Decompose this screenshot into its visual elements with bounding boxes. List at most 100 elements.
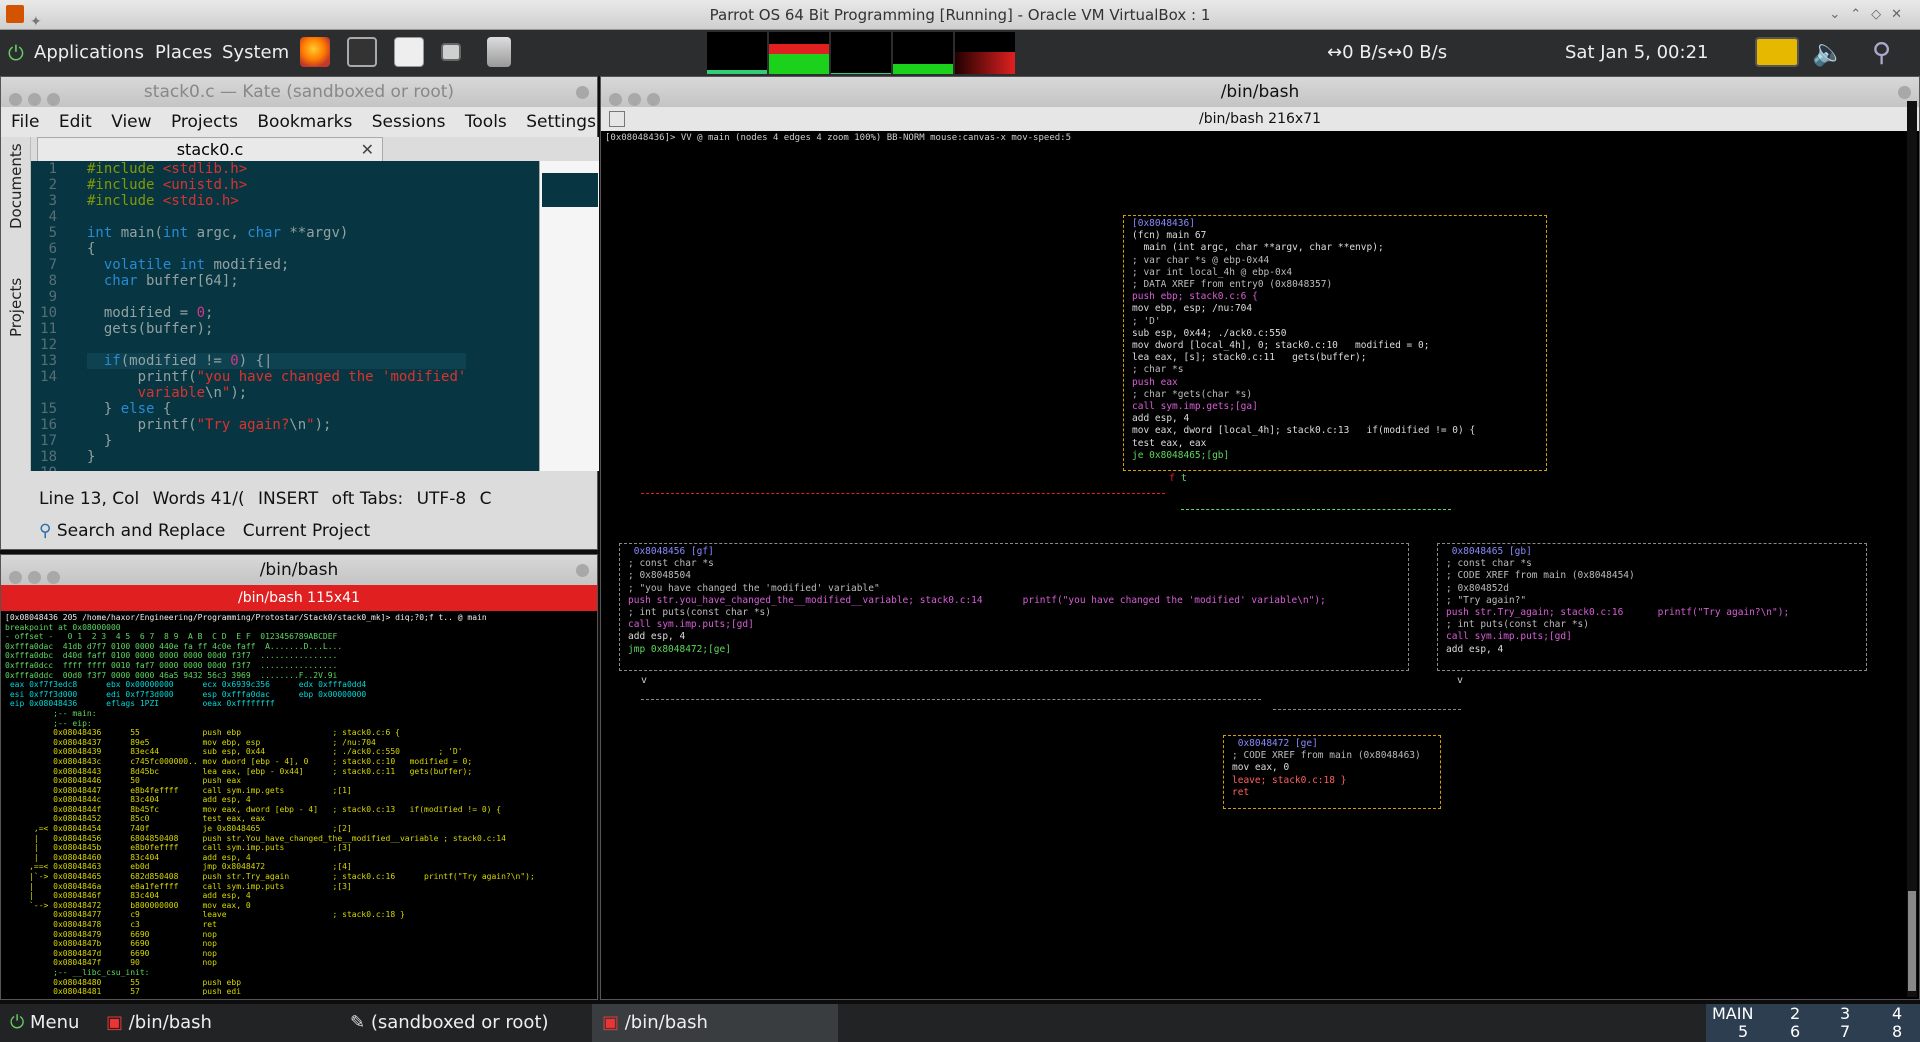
- user-icon[interactable]: ⚲: [1872, 30, 1891, 76]
- scrollbar-thumb[interactable]: [1908, 891, 1916, 991]
- cursor-position[interactable]: Line 13, Col: [39, 489, 139, 509]
- workspace-7[interactable]: 7: [1840, 1022, 1850, 1041]
- cpu-monitor-graph[interactable]: [707, 32, 767, 74]
- parrot-os-icon: [6, 5, 24, 23]
- disasm-line: 0xfffa0dac 41db d7f7 0100 0000 440e fa f…: [5, 641, 343, 651]
- taskbar-task-kate[interactable]: ✎ (sandboxed or root): [340, 1004, 549, 1042]
- kate-bottom-toolbar: ⚲ Search and Replace Current Project: [31, 517, 599, 545]
- menu-system[interactable]: System: [222, 30, 289, 76]
- left-terminal-tab[interactable]: /bin/bash 115x41: [1, 585, 597, 611]
- new-tab-icon[interactable]: [609, 111, 625, 127]
- line-number: 14: [40, 369, 57, 385]
- syntax-mode[interactable]: C: [480, 489, 492, 509]
- line-number: 1: [48, 161, 57, 177]
- search-icon: ⚲: [39, 521, 52, 541]
- text-editor-icon[interactable]: [394, 37, 424, 67]
- kate-window-buttons[interactable]: [9, 86, 66, 116]
- clock[interactable]: Sat Jan 5, 00:21: [1565, 30, 1708, 76]
- workspace-8[interactable]: 8: [1892, 1022, 1902, 1041]
- right-terminal-tab[interactable]: /bin/bash 216x71: [601, 107, 1919, 131]
- parrot-menu-icon: ⏻: [10, 1012, 30, 1033]
- encoding[interactable]: UTF-8: [417, 489, 467, 509]
- volume-icon[interactable]: 🔈: [1812, 30, 1844, 76]
- kate-close-button[interactable]: [576, 86, 589, 99]
- graph-node-try-again[interactable]: 0x8048465 [gb]; const char *s; CODE XREF…: [1437, 543, 1867, 671]
- disasm-line: - offset - 0 1 2 3 4 5 6 7 8 9 A B C D E…: [5, 632, 338, 642]
- file-cabinet-icon[interactable]: [487, 37, 511, 67]
- current-project-button[interactable]: Current Project: [243, 521, 370, 541]
- workspace-main[interactable]: MAIN: [1712, 1004, 1753, 1023]
- input-mode[interactable]: INSERT: [258, 489, 318, 509]
- menu-view[interactable]: View: [111, 112, 151, 132]
- kate-window: stack0.c — Kate (sandboxed or root) File…: [0, 76, 599, 550]
- menu-settings[interactable]: Settings: [526, 112, 596, 132]
- firefox-icon[interactable]: [300, 37, 330, 67]
- workspace-5[interactable]: 5: [1738, 1022, 1748, 1041]
- terminal-launcher-icon[interactable]: [347, 37, 377, 67]
- workspace-2[interactable]: 2: [1790, 1004, 1800, 1023]
- workspace-4[interactable]: 4: [1892, 1004, 1902, 1023]
- left-terminal-window-buttons[interactable]: [9, 564, 66, 594]
- vbox-window-controls[interactable]: ⌄⌃◇✕: [1829, 0, 1912, 30]
- menu-places[interactable]: Places: [155, 30, 212, 76]
- kate-tabbar: stack0.c ✕: [31, 137, 599, 161]
- code-editor[interactable]: 1 2 3 4 5 6 7 8 9 10 11 12 13 14 15 16 1…: [31, 161, 539, 471]
- graph-node-ret[interactable]: 0x8048472 [ge]; CODE XREF from main (0x8…: [1223, 735, 1441, 809]
- edge-false-label: f: [1169, 473, 1176, 484]
- sidebar-tab-documents[interactable]: Documents: [7, 143, 25, 229]
- right-terminal-scrollbar[interactable]: [1907, 101, 1917, 997]
- source-code[interactable]: #include <stdlib.h> #include <unistd.h> #i…: [87, 161, 467, 471]
- left-terminal-close-button[interactable]: [576, 564, 589, 577]
- tab-label: stack0.c: [176, 140, 244, 159]
- graph-asm-line: call sym.imp.gets;[ga]: [1132, 401, 1258, 413]
- graph-asm-line: ; char *s: [1132, 364, 1184, 376]
- line-number: 12: [40, 337, 57, 353]
- memory-monitor-graph[interactable]: [769, 32, 829, 74]
- minimap[interactable]: [539, 161, 599, 471]
- window-icon[interactable]: [441, 43, 461, 61]
- taskbar-menu-button[interactable]: ⏻ Menu: [0, 1004, 79, 1042]
- workspace-3[interactable]: 3: [1840, 1004, 1850, 1023]
- sidebar-tab-projects[interactable]: Projects: [7, 278, 25, 337]
- parrot-menu-icon[interactable]: ⏻: [8, 30, 24, 76]
- menu-projects[interactable]: Projects: [171, 112, 238, 132]
- workspace-switcher[interactable]: MAIN 2 3 4 5 6 7 8: [1706, 1004, 1920, 1042]
- minimap-viewport[interactable]: [542, 173, 598, 207]
- menu-bookmarks[interactable]: Bookmarks: [257, 112, 352, 132]
- workspace-6[interactable]: 6: [1790, 1022, 1800, 1041]
- load-monitor-graph[interactable]: [955, 32, 1015, 74]
- taskbar-task-bash-1[interactable]: ▣ /bin/bash: [96, 1004, 212, 1042]
- menu-tools[interactable]: Tools: [465, 112, 507, 132]
- graph-node-puts-modified[interactable]: 0x8048456 [gf]; const char *s; 0x8048504…: [619, 543, 1409, 671]
- network-monitor-graph[interactable]: [831, 32, 891, 74]
- menu-sessions[interactable]: Sessions: [372, 112, 446, 132]
- disasm-line: | 0x08048460 83c404 add esp, 4: [5, 852, 251, 862]
- graph-node-main[interactable]: [0x8048436] (fcn) main 67 main (int argc,…: [1123, 215, 1547, 471]
- tab-stack0[interactable]: stack0.c ✕: [37, 137, 383, 161]
- search-replace-button[interactable]: Search and Replace: [57, 521, 225, 541]
- kate-icon: ✎: [350, 1012, 371, 1033]
- kate-titlebar: stack0.c — Kate (sandboxed or root): [1, 77, 597, 107]
- tab-settings[interactable]: oft Tabs:: [332, 489, 404, 509]
- radare2-visual-output[interactable]: [0x08048436 205 /home/haxor/Engineering/…: [1, 611, 597, 995]
- taskbar-task-label: /bin/bash: [128, 1012, 212, 1033]
- right-terminal-close-button[interactable]: [1898, 86, 1911, 99]
- graph-asm-line: [0x8048436]: [1132, 218, 1195, 229]
- disasm-line: 0xfffa0dcc ffff ffff 0010 faf7 0000 0000…: [5, 660, 338, 670]
- line-number: 16: [40, 417, 57, 433]
- graph-asm-line: ; "Try again?": [1446, 594, 1527, 606]
- line-number: 19: [31, 465, 57, 471]
- display-icon[interactable]: [1755, 37, 1799, 67]
- graph-asm-line: add esp, 4: [1446, 643, 1504, 655]
- close-icon[interactable]: ✕: [361, 138, 374, 162]
- disasm-line: `--> 0x08048472 b800000000 mov eax, 0: [5, 900, 251, 910]
- menu-applications[interactable]: Applications: [34, 30, 144, 76]
- swap-monitor-graph[interactable]: [893, 32, 953, 74]
- graph-asm-line: ; const char *s: [628, 558, 714, 570]
- disasm-line: 0x08048478 c3 ret: [5, 920, 217, 929]
- taskbar-task-bash-2[interactable]: ▣ /bin/bash: [592, 1004, 838, 1042]
- graph-asm-line: mov eax, 0: [1232, 762, 1290, 774]
- graph-asm-line: call sym.imp.puts;[gd]: [628, 619, 754, 631]
- left-terminal-titlebar: /bin/bash: [1, 555, 597, 585]
- disasm-line: 0x0804844f 8b45fc mov eax, dword [ebp - …: [5, 804, 502, 814]
